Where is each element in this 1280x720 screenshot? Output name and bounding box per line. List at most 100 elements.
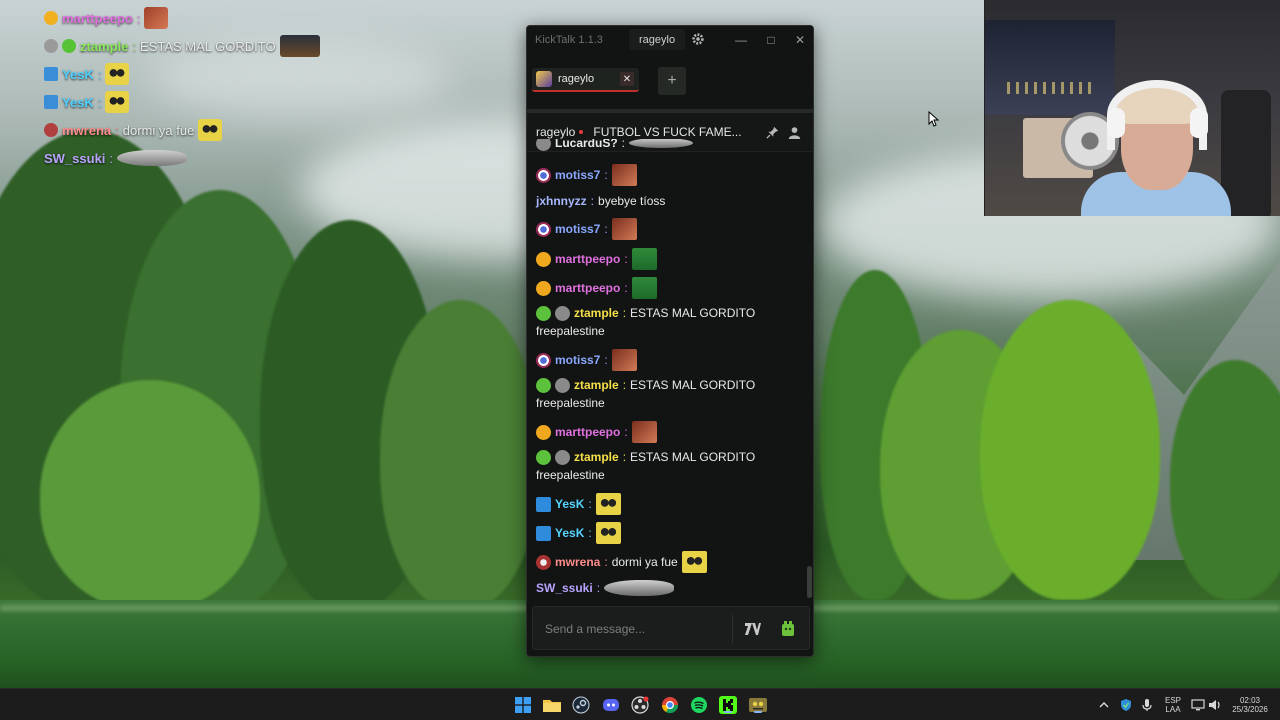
overlay-separator: :	[109, 150, 114, 166]
close-button[interactable]: ✕	[788, 29, 812, 50]
network-icon[interactable]	[1190, 695, 1206, 715]
username-separator: :	[588, 526, 592, 540]
language-indicator[interactable]: ESP LAA	[1160, 695, 1186, 715]
red-face-emote-icon	[144, 7, 169, 29]
webcam-feed	[984, 0, 1280, 216]
spotify-icon[interactable]	[689, 695, 709, 715]
kick-icon[interactable]	[718, 695, 738, 715]
username-separator: :	[604, 222, 608, 236]
maximize-button[interactable]: □	[759, 29, 783, 50]
kick-emote-button[interactable]	[777, 618, 799, 640]
windows-start-icon[interactable]	[513, 695, 533, 715]
add-tab-button[interactable]: +	[658, 67, 686, 95]
green-alien-badge-icon	[536, 377, 551, 393]
chat-message: ztample: ESTAS MAL GORDITO freepalestine	[536, 376, 796, 412]
chat-username[interactable]: motiss7	[555, 351, 600, 369]
crown-badge-icon	[536, 280, 551, 296]
message-text-continuation: freepalestine	[536, 396, 605, 410]
message-text: dormi ya fue	[611, 555, 678, 569]
green-alien-badge-icon	[62, 39, 76, 53]
stream-title: FUTBOL VS FUCK FAME...	[593, 125, 742, 139]
steam-icon[interactable]	[571, 695, 591, 715]
stream-overlay-chat: marttpeepo: ztample: ESTAS MAL GORDITO Y…	[44, 4, 344, 172]
chat-message: ztample: ESTAS MAL GORDITO freepalestine	[536, 448, 796, 484]
account-button[interactable]: rageylo	[629, 29, 686, 50]
username-separator: :	[590, 194, 595, 208]
overlay-separator: :	[136, 10, 141, 26]
chat-username[interactable]: SW_ssuki	[536, 579, 593, 597]
frog-emote-icon	[631, 277, 657, 299]
message-input[interactable]	[539, 615, 725, 643]
chat-message: SW_ssuki:	[536, 579, 796, 597]
overlay-separator: :	[132, 38, 137, 54]
username-separator: :	[596, 581, 601, 595]
blue-arrow-badge-icon	[536, 525, 551, 541]
pin-icon[interactable]	[766, 126, 779, 139]
chat-tab-bar: rageylo ✕ +	[527, 53, 813, 109]
sleeping-cat-emote-icon	[604, 580, 675, 596]
overlay-message-text: dormi ya fue	[122, 122, 195, 138]
chat-username[interactable]: marttpeepo	[555, 423, 620, 441]
users-icon[interactable]	[788, 126, 801, 139]
chat-username[interactable]: YesK	[555, 495, 584, 513]
chat-username[interactable]: YesK	[555, 524, 584, 542]
chat-username[interactable]: ztample	[574, 376, 619, 394]
skull-badge-icon	[44, 123, 58, 137]
file-explorer-icon[interactable]	[542, 695, 562, 715]
chat-username[interactable]: mwrena	[555, 553, 600, 571]
microphone-icon[interactable]	[1140, 695, 1154, 715]
blue-arrow-badge-icon	[44, 95, 58, 109]
target-badge-icon	[536, 167, 551, 183]
chat-message: mwrena: dormi ya fue	[536, 551, 796, 573]
discord-icon[interactable]	[601, 695, 621, 715]
chat-username[interactable]: LucarduS?	[555, 139, 618, 152]
7tv-emote-button[interactable]	[742, 618, 764, 640]
target-badge-icon	[536, 352, 551, 368]
chat-username[interactable]: motiss7	[555, 166, 600, 184]
message-text: ESTAS MAL GORDITO	[630, 450, 756, 464]
settings-gear-icon[interactable]	[691, 32, 705, 46]
chat-username[interactable]: marttpeepo	[555, 279, 620, 297]
channel-name[interactable]: rageylo	[536, 125, 575, 139]
crown-badge-icon	[44, 11, 58, 25]
kicktalk-icon[interactable]	[748, 695, 768, 715]
overlay-username: YesK	[62, 94, 94, 110]
chat-scrollbar[interactable]	[807, 566, 812, 598]
red-face-emote-icon	[631, 421, 657, 443]
minimize-button[interactable]: —	[729, 29, 753, 50]
username-separator: :	[624, 252, 628, 266]
red-face-emote-icon	[611, 164, 637, 186]
chat-username[interactable]: marttpeepo	[555, 250, 620, 268]
chat-message: jxhnnyzz: byebye tíoss	[536, 192, 796, 210]
tab-rageylo[interactable]: rageylo ✕	[532, 68, 639, 92]
input-language: ESP	[1164, 696, 1181, 705]
overlay-message-text: ESTAS MAL GORDITO	[140, 38, 276, 54]
yellow-glasses-emote-icon	[105, 63, 130, 85]
webcam-window-view	[985, 20, 1115, 115]
tab-label: rageylo	[558, 73, 595, 85]
message-text: ESTAS MAL GORDITO	[630, 378, 756, 392]
chat-message-list[interactable]: LucarduS?: motiss7: jxhnnyzz: byebye tío…	[527, 139, 813, 600]
obs-icon[interactable]	[630, 695, 650, 715]
tab-close-icon[interactable]: ✕	[620, 72, 634, 86]
chat-username[interactable]: jxhnnyzz	[536, 192, 587, 210]
username-separator: :	[604, 555, 608, 569]
chat-username[interactable]: ztample	[574, 304, 619, 322]
app-title: KickTalk 1.1.3	[535, 33, 603, 46]
volume-icon[interactable]	[1207, 695, 1223, 715]
chrome-icon[interactable]	[660, 695, 680, 715]
security-shield-icon[interactable]	[1118, 695, 1134, 715]
overlay-chat-line: marttpeepo:	[44, 4, 344, 32]
message-composer	[532, 606, 810, 650]
clock[interactable]: 02:03 25/3/2026	[1226, 695, 1274, 715]
red-face-emote-icon	[611, 218, 637, 240]
chat-username[interactable]: motiss7	[555, 220, 600, 238]
overlay-separator: :	[97, 66, 102, 82]
tray-overflow-chevron-icon[interactable]	[1098, 695, 1110, 715]
window-titlebar[interactable]: KickTalk 1.1.3 rageylo — □ ✕	[527, 26, 813, 53]
chat-username[interactable]: ztample	[574, 448, 619, 466]
overlay-separator: :	[97, 94, 102, 110]
chat-message: marttpeepo:	[536, 248, 796, 270]
message-text: ESTAS MAL GORDITO	[630, 306, 756, 320]
username-separator: :	[621, 139, 626, 150]
